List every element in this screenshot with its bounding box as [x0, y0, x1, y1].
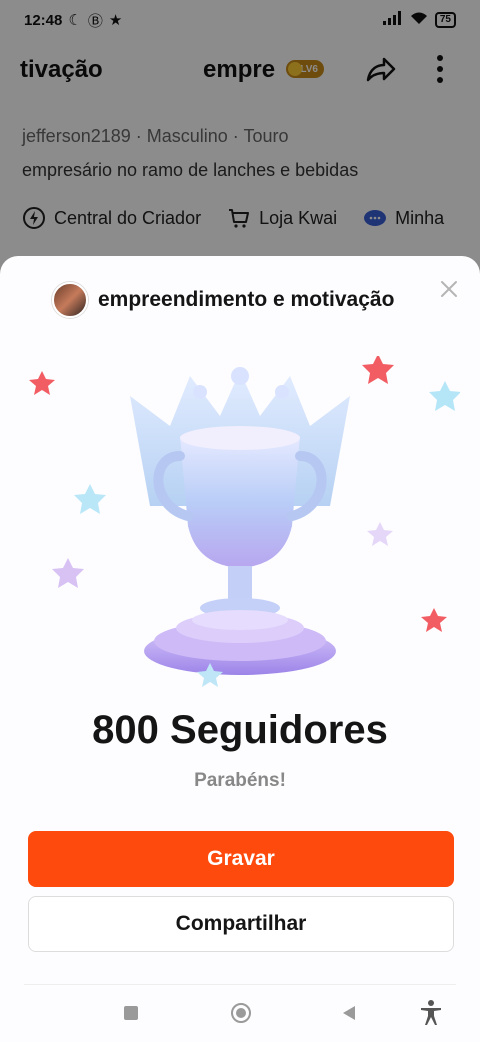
trophy-illustration: [29, 356, 460, 687]
system-nav-bar: [0, 992, 480, 1042]
accessibility-icon[interactable]: [420, 1000, 442, 1026]
back-icon[interactable]: [340, 1004, 358, 1022]
home-icon[interactable]: [230, 1002, 252, 1024]
record-button[interactable]: Gravar: [28, 831, 454, 887]
sheet-title: empreendimento e motivação: [98, 288, 395, 311]
avatar: [52, 282, 88, 318]
nav-divider: [24, 984, 456, 985]
congrats-text: Parabéns!: [194, 770, 286, 791]
milestone-title: 800 Seguidores: [92, 708, 388, 752]
milestone-bottom-sheet: empreendimento e motivação 800 Seguidore…: [0, 256, 480, 1042]
share-button[interactable]: Compartilhar: [28, 896, 454, 952]
recent-apps-icon[interactable]: [124, 1006, 138, 1020]
sheet-header: empreendimento e motivação: [52, 282, 394, 318]
close-icon[interactable]: [438, 278, 460, 300]
